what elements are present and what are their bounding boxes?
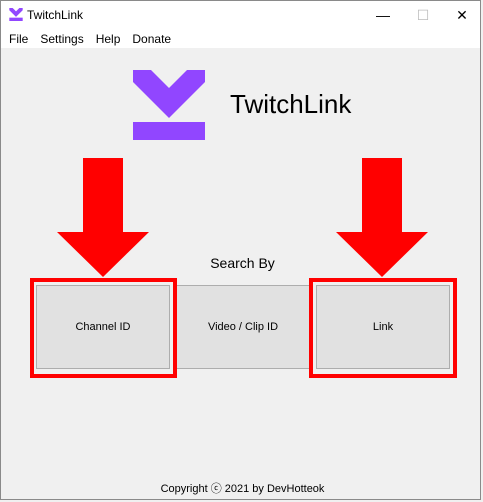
minimize-button[interactable]: — bbox=[363, 1, 403, 29]
app-window: TwitchLink — ☐ ✕ File Settings Help Dona… bbox=[0, 0, 481, 500]
twitchlink-logo-icon bbox=[9, 8, 23, 21]
menu-donate[interactable]: Donate bbox=[132, 32, 171, 46]
menu-help[interactable]: Help bbox=[96, 32, 121, 46]
menu-settings[interactable]: Settings bbox=[40, 32, 83, 46]
menu-bar: File Settings Help Donate bbox=[1, 29, 480, 48]
search-by-label: Search By bbox=[210, 255, 275, 271]
window-title: TwitchLink bbox=[27, 8, 84, 22]
menu-file[interactable]: File bbox=[9, 32, 28, 46]
link-button[interactable]: Link bbox=[316, 285, 450, 369]
app-name-heading: TwitchLink bbox=[230, 89, 352, 119]
channel-id-button[interactable]: Channel ID bbox=[36, 285, 170, 369]
title-bar[interactable]: TwitchLink — ☐ ✕ bbox=[1, 1, 480, 29]
copyright-footer: Copyright ⓒ 2021 by DevHotteok bbox=[160, 483, 325, 495]
maximize-button[interactable]: ☐ bbox=[403, 1, 443, 29]
close-button[interactable]: ✕ bbox=[442, 1, 482, 29]
twitchlink-logo bbox=[133, 70, 205, 140]
video-clip-id-button[interactable]: Video / Clip ID bbox=[176, 285, 310, 369]
